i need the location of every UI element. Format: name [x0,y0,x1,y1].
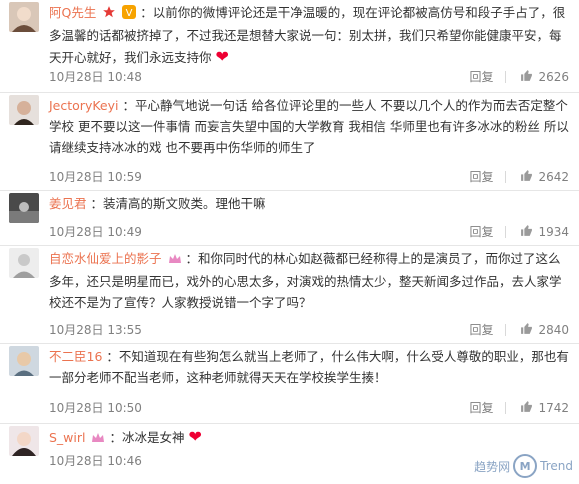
username[interactable]: 阿Q先生 [49,5,96,20]
avatar[interactable] [9,193,39,223]
like-count: 2840 [538,322,569,337]
avatar[interactable] [9,95,39,125]
comment-timestamp: 10月28日 10:46 [49,454,142,468]
like-button[interactable]: 2642 [520,169,569,185]
thumbs-up-icon [520,169,533,185]
reply-button[interactable]: 回复 [469,321,493,338]
comment-timestamp: 10月28日 10:59 [49,170,142,184]
divider [505,225,507,238]
trend-logo-icon: M [513,454,538,478]
like-button[interactable]: 2840 [520,322,569,338]
star-badge-icon[interactable] [102,4,116,25]
divider [505,323,507,336]
comment-text: ：冰冰是女神 [109,430,185,445]
comment-item: 不二臣16 ：不知道现在有些狗怎么就当上老师了，什么伟大啊，什么受人尊敬的职业，… [0,344,579,424]
comment-text: ：不知道现在有些狗怎么就当上老师了，什么伟大啊，什么受人尊敬的职业，那也有一部分… [49,349,569,385]
comment-item: 自恋水仙爱上的影子 ：和你同时代的林心如赵薇都已经称得上的是演员了，而你过了这么… [0,246,579,344]
heart-emoji-icon: ❤ [188,427,202,446]
like-count: 2642 [538,169,569,184]
comment-item: JectoryKeyi ：平心静气地说一句话 给各位评论里的一些人 不要以几个人… [0,93,579,191]
avatar[interactable] [9,426,39,456]
thumbs-up-icon [520,69,533,85]
reply-button[interactable]: 回复 [469,223,493,240]
like-count: 2626 [538,69,569,84]
username[interactable]: S_wirl [49,430,86,445]
watermark: 趋势网 M Trend [474,454,573,478]
reply-button[interactable]: 回复 [469,168,493,185]
comment-text: ：装清高的斯文败类。理他干嘛 [90,196,266,211]
heart-emoji-icon: ❤ [215,47,229,66]
comment-item: 姜见君 ：装清高的斯文败类。理他干嘛 10月28日 10:49 回复 1934 [0,191,579,246]
comment-timestamp: 10月28日 10:48 [49,70,142,84]
svg-text:V: V [126,8,133,19]
like-button[interactable]: 1742 [520,400,569,416]
like-count: 1742 [538,400,569,415]
member-badge-icon[interactable]: V [122,4,137,25]
comment-timestamp: 10月28日 10:50 [49,401,142,415]
username[interactable]: 姜见君 [49,196,87,211]
avatar[interactable] [9,346,39,376]
avatar[interactable] [9,248,39,278]
like-button[interactable]: 1934 [520,224,569,240]
comment-text: ：平心静气地说一句话 给各位评论里的一些人 不要以几个人的作为而去否定整个学校 … [49,98,569,155]
watermark-text: 趋势网 [474,459,511,474]
comment-item: 阿Q先生 V ：以前你的微博评论还是干净温暖的，现在评论都被高仿号和段子手占了，… [0,0,579,93]
like-button[interactable]: 2626 [520,69,569,85]
thumbs-up-icon [520,400,533,416]
comment-timestamp: 10月28日 13:55 [49,323,142,337]
divider [505,170,507,183]
like-count: 1934 [538,224,569,239]
reply-button[interactable]: 回复 [469,68,493,85]
watermark-brand: Trend [540,459,573,473]
thumbs-up-icon [520,224,533,240]
username[interactable]: 不二臣16 [49,349,102,364]
username[interactable]: 自恋水仙爱上的影子 [49,251,162,266]
comment-timestamp: 10月28日 10:49 [49,225,142,239]
reply-button[interactable]: 回复 [469,399,493,416]
divider [505,401,507,414]
divider [505,70,507,83]
crown-badge-icon[interactable] [91,429,105,450]
comment-feed: 阿Q先生 V ：以前你的微博评论还是干净温暖的，现在评论都被高仿号和段子手占了，… [0,0,579,484]
thumbs-up-icon [520,322,533,338]
username[interactable]: JectoryKeyi [49,98,118,113]
crown-badge-icon[interactable] [168,250,182,271]
avatar[interactable] [9,2,39,32]
